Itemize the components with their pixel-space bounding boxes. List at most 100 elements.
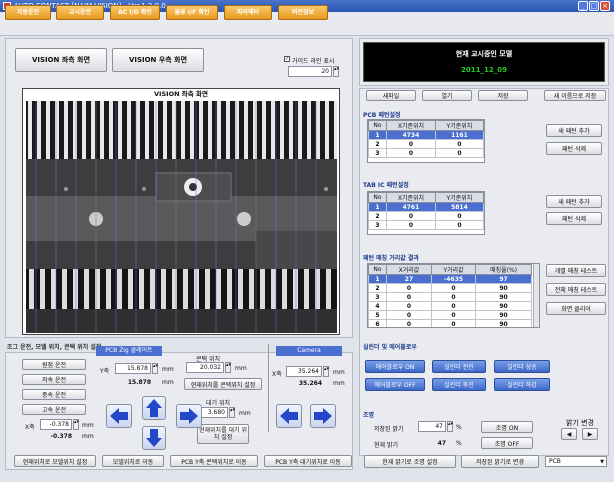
tab-delete-pattern-button[interactable]: 패턴 삭제	[546, 212, 602, 225]
menu-parameter[interactable]: 파라메터	[224, 5, 272, 20]
pcb-y-field[interactable]: 15.878	[115, 363, 151, 374]
camera-x-field[interactable]: 35.264	[286, 366, 322, 377]
high-speed-button[interactable]: 고속 운전	[22, 404, 86, 415]
jog-down-button[interactable]	[142, 426, 166, 450]
menu-auto-run[interactable]: 자동운전	[5, 5, 51, 20]
tab-add-pattern-button[interactable]: 새 패턴 추가	[546, 195, 602, 208]
light-on-button[interactable]: 조명 ON	[481, 421, 533, 433]
all-match-test-button[interactable]: 전체 매칭 테스트	[546, 283, 606, 296]
guide-value-field[interactable]: 20	[288, 66, 332, 77]
table-header: No X거리값 Y거리값 매칭율(%)	[368, 264, 532, 275]
matching-scrollbar[interactable]	[533, 264, 539, 327]
guide-checkbox[interactable]: ✓	[284, 56, 290, 62]
table-row[interactable]: 1 4734 1161	[368, 130, 485, 140]
saved-brightness-spinner[interactable]: ▴▾	[447, 421, 453, 432]
table-row[interactable]: 5 0 0 90	[368, 310, 532, 320]
air-blow-off-button[interactable]: 에어블로우 OFF	[365, 378, 425, 391]
table-header: No X기준위치 Y기준위치	[368, 192, 485, 203]
cell: 0	[386, 283, 432, 293]
new-file-button[interactable]: 새파일	[366, 90, 416, 101]
contact-field[interactable]: 20.032	[186, 362, 224, 373]
cylinder-up-button[interactable]: 실린더 상승	[494, 360, 550, 373]
open-button[interactable]: 열기	[422, 90, 472, 101]
table-row[interactable]: 4 0 0 90	[368, 301, 532, 311]
mid-speed-button[interactable]: 중속 운전	[22, 389, 86, 400]
pcb-delete-pattern-button[interactable]: 패턴 삭제	[546, 142, 602, 155]
pcb-y-label: Y축	[100, 368, 110, 375]
arrow-right-icon	[314, 408, 332, 424]
jog-right-button[interactable]	[176, 404, 202, 428]
chevron-down-icon: ▼	[600, 459, 604, 465]
home-run-button[interactable]: 원점 운전	[22, 359, 86, 370]
set-current-brightness-button[interactable]: 현재 밝기로 조명 설정	[364, 455, 456, 468]
vision-left-button[interactable]: VISION 좌측 화면	[15, 48, 107, 72]
cell: 0	[386, 220, 436, 230]
cylinder-forward-button[interactable]: 실린더 전진	[432, 360, 486, 373]
cell: 0	[430, 310, 477, 320]
cell: 0	[386, 301, 432, 311]
menu-version[interactable]: 버전정보	[278, 5, 328, 20]
maximize-button[interactable]: □	[589, 1, 599, 11]
contact-spinner[interactable]: ▴▾	[225, 362, 231, 373]
save-as-button[interactable]: 새 이름으로 저장	[544, 90, 606, 101]
close-button[interactable]: ×	[600, 1, 610, 11]
tab-pattern-table[interactable]: No X기준위치 Y기준위치 1 4761 5814 2 0 0 3 0 0	[367, 191, 485, 235]
guide-spinner[interactable]: ▴▾	[333, 66, 339, 77]
low-speed-button[interactable]: 저속 운전	[22, 374, 86, 385]
pcb-y-spinner[interactable]: ▴▾	[152, 363, 158, 374]
table-row[interactable]: 3 0 0 90	[368, 292, 532, 302]
move-pcb-y-wait-button[interactable]: PCB Y축 대기위치로 이동	[264, 455, 352, 467]
wait-spinner[interactable]: ▴▾	[229, 407, 235, 418]
table-row[interactable]: 2 0 0 90	[368, 283, 532, 293]
menu-ac-io[interactable]: AC I/O 확인	[110, 5, 160, 20]
camera-image[interactable]	[26, 101, 337, 333]
move-pcb-y-contact-button[interactable]: PCB Y축 콘택위치로 이동	[170, 455, 258, 467]
cell: 0	[430, 301, 477, 311]
table-row[interactable]: 1 4761 5814	[368, 202, 485, 212]
camera-x-spinner[interactable]: ▴▾	[323, 366, 329, 377]
col-no: No	[368, 120, 387, 131]
set-model-position-button[interactable]: 현재위치로 모델위치 설정	[14, 455, 96, 467]
camera-left-button[interactable]	[276, 404, 302, 428]
jog-left-button[interactable]	[106, 404, 132, 428]
table-row[interactable]: 2 0 0	[368, 139, 485, 149]
set-contact-position-button[interactable]: 현재위치를 콘택위치 설정	[184, 378, 262, 390]
col-y: Y기준위치	[434, 192, 485, 203]
move-to-model-button[interactable]: 모델위치로 이동	[102, 455, 164, 467]
jog-up-button[interactable]	[142, 396, 166, 420]
save-button[interactable]: 저장	[478, 90, 528, 101]
single-match-test-button[interactable]: 개별 매칭 테스트	[546, 264, 606, 277]
table-header: No X기준위치 Y기준위치	[368, 120, 485, 131]
table-row[interactable]: 3 0 0	[368, 220, 485, 230]
minimize-button[interactable]: _	[578, 1, 588, 11]
brightness-right-button[interactable]: ▶	[582, 428, 598, 440]
x-axis-spinner[interactable]: ▴▾	[73, 419, 79, 430]
brightness-left-button[interactable]: ◀	[561, 428, 577, 440]
clear-screen-button[interactable]: 화면 클리어	[546, 302, 606, 315]
pcb-pattern-table[interactable]: No X기준위치 Y기준위치 1 4734 1161 2 0 0 3 0 0	[367, 119, 485, 163]
cell: 0	[430, 283, 477, 293]
pcb-add-pattern-button[interactable]: 새 패턴 추가	[546, 124, 602, 137]
table-row[interactable]: 1 27 -4635 97	[368, 274, 532, 284]
cell: 27	[386, 274, 432, 284]
arrow-left-icon	[110, 408, 128, 424]
camera-right-button[interactable]	[310, 404, 336, 428]
change-saved-brightness-button[interactable]: 저장된 밝기로 변경	[461, 455, 539, 468]
matching-table[interactable]: No X거리값 Y거리값 매칭율(%) 1 27 -4635 97 2 0 0 90 300…	[367, 263, 540, 328]
x-axis-field[interactable]: -0.378	[40, 419, 72, 430]
table-row[interactable]: 6 0 0 90	[368, 319, 532, 327]
set-wait-position-button[interactable]: 현재위치를 대기 위치 설정	[197, 424, 249, 444]
menu-logistics-if[interactable]: 물류 I/F 확인	[166, 5, 218, 20]
table-row[interactable]: 3 0 0	[368, 148, 485, 158]
air-blow-on-button[interactable]: 에어블로우 ON	[365, 360, 425, 373]
vision-right-button[interactable]: VISION 우측 화면	[112, 48, 204, 72]
table-row[interactable]: 2 0 0	[368, 211, 485, 221]
menu-teach-run[interactable]: 교시운전	[56, 5, 104, 20]
light-target-select[interactable]: PCB ▼	[545, 456, 607, 467]
cell: -4635	[430, 274, 477, 284]
cell: 0	[386, 211, 436, 221]
light-off-button[interactable]: 조명 OFF	[481, 437, 533, 449]
saved-brightness-field[interactable]: 47	[418, 421, 446, 432]
cylinder-down-button[interactable]: 실린더 하강	[494, 378, 550, 391]
cylinder-backward-button[interactable]: 실린더 후진	[432, 378, 486, 391]
